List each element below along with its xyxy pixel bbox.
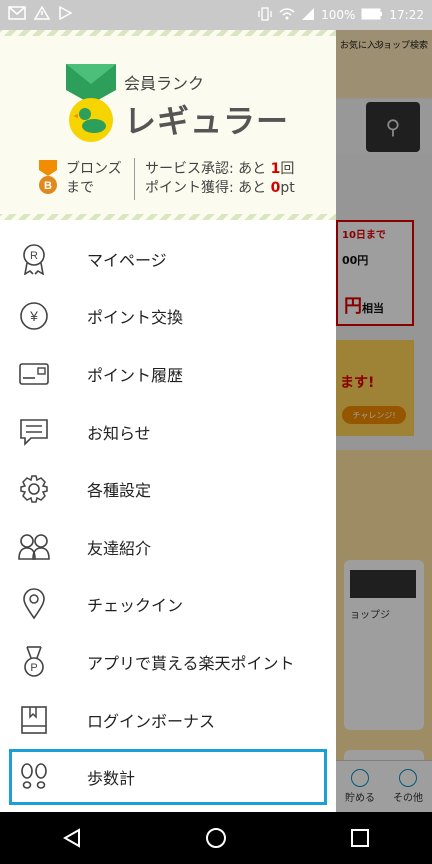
menu-item-login-bonus[interactable]: ログインボーナス [0,691,336,749]
navigation-drawer: 会員ランク レギュラー B ブロンズ まで サービス承認: あと 1回 ポイント… [0,30,336,812]
location-pin-icon [18,588,50,620]
gear-icon [18,473,50,505]
menu-item-notices[interactable]: お知らせ [0,403,336,461]
menu-item-point-history[interactable]: ポイント履歴 [0,345,336,403]
service-condition: サービス承認: あと 1回 [145,161,295,177]
menu-item-invite-friends[interactable]: 友達紹介 [0,518,336,576]
menu-item-label: 歩数計 [87,769,136,789]
clock: 17:22 [389,8,424,22]
menu-item-mypage[interactable]: R マイページ [0,230,336,288]
medal-p-icon: P [18,646,50,678]
menu-item-label: チェックイン [87,596,184,616]
battery-text: 100% [321,8,356,22]
message-icon [18,416,50,448]
menu-item-label: マイページ [87,250,167,270]
rank-label: 会員ランク [124,74,205,93]
stripe-top [0,30,336,36]
system-navigation-bar [0,812,432,864]
status-bar: 100% 17:22 [0,0,432,30]
svg-text:B: B [44,180,52,192]
point-condition: ポイント獲得: あと 0pt [145,180,295,196]
next-rank-text: ブロンズ まで [66,160,122,198]
ribbon-r-icon: R [18,243,50,275]
stripe-bottom [0,214,336,220]
wifi-icon [279,7,295,24]
menu-item-label: ポイント交換 [87,308,184,328]
rank-medal-icon [64,64,118,144]
svg-text:R: R [30,250,38,262]
member-rank-panel: 会員ランク レギュラー B ブロンズ まで サービス承認: あと 1回 ポイント… [0,30,336,220]
scrim-overlay[interactable] [336,30,432,812]
menu-item-label: 友達紹介 [87,538,152,558]
next-rank-until: まで [66,180,94,196]
menu-item-label: ログインボーナス [87,711,216,731]
friends-icon [18,531,50,563]
menu-item-point-exchange[interactable]: ¥ ポイント交換 [0,288,336,346]
home-icon[interactable] [196,818,236,858]
menu-item-label: ポイント履歴 [87,365,184,385]
bronze-badge-icon: B [38,160,58,196]
card-icon [18,358,50,390]
vibrate-icon [257,6,273,24]
menu-item-label: お知らせ [87,423,151,443]
back-icon[interactable] [52,818,92,858]
yen-coin-icon: ¥ [18,300,50,332]
rank-divider [134,158,135,200]
warning-icon [33,5,51,24]
menu-item-label: アプリで貰える楽天ポイント [87,653,295,673]
menu-item-app-points[interactable]: P アプリで貰える楽天ポイント [0,633,336,691]
mail-icon [8,6,26,24]
signal-icon [301,7,315,24]
next-rank-name: ブロンズ [66,161,122,177]
play-store-icon [58,5,73,24]
rank-conditions: サービス承認: あと 1回 ポイント獲得: あと 0pt [145,160,295,198]
book-icon [18,704,50,736]
battery-icon [361,8,383,23]
menu-item-settings[interactable]: 各種設定 [0,460,336,518]
menu-item-label: 各種設定 [87,481,152,501]
svg-text:¥: ¥ [29,308,38,324]
svg-text:P: P [30,662,37,674]
menu-item-pedometer[interactable]: 歩数計 [8,748,328,806]
footprints-icon [18,761,50,793]
menu-item-checkin[interactable]: チェックイン [0,576,336,634]
rank-name: レギュラー [124,102,290,140]
drawer-menu: R マイページ ¥ ポイント交換 ポイント履歴 お知らせ 各種設定 友達紹介 チ… [0,230,336,806]
recents-icon[interactable] [340,818,380,858]
